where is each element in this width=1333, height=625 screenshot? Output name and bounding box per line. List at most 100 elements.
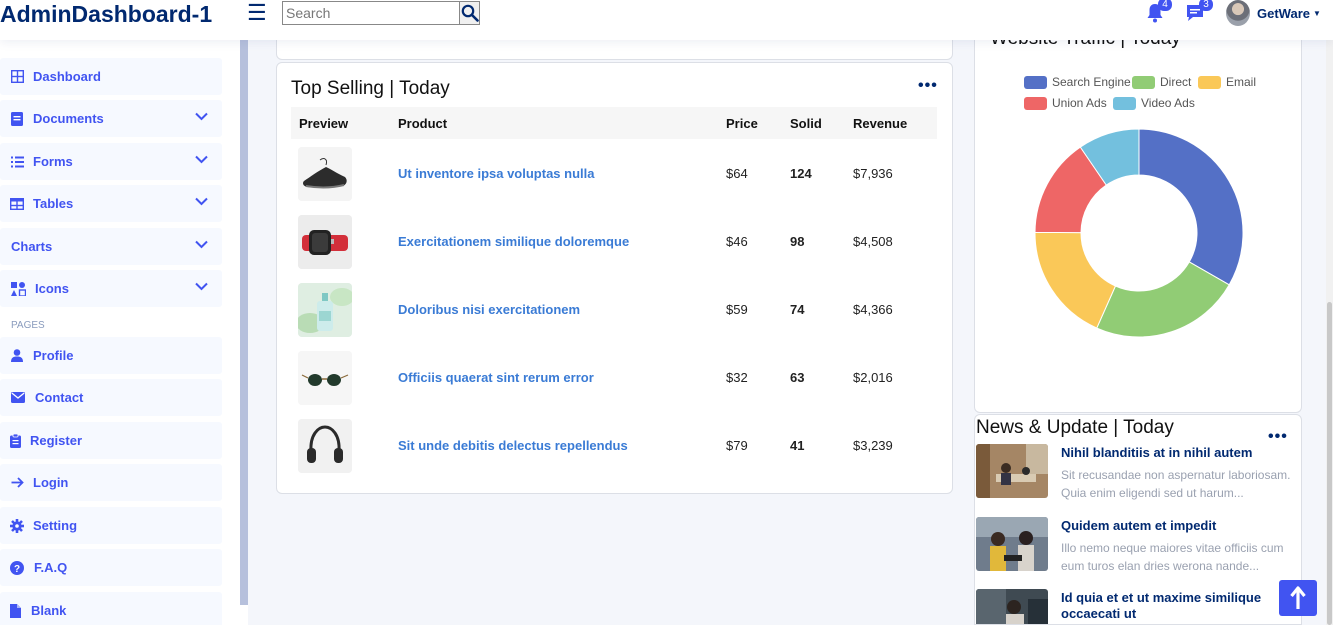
column-header[interactable]: Solid [790, 116, 822, 131]
sidebar-item-label: Icons [35, 281, 69, 296]
table-header: Preview Product Price Solid Revenue [291, 107, 937, 139]
product-thumbnail-shoe[interactable] [298, 147, 352, 201]
gear-icon [10, 518, 24, 533]
sidebar-item-charts[interactable]: Charts [0, 228, 222, 265]
sold-cell: 124 [790, 166, 812, 181]
legend-label: Video Ads [1141, 96, 1195, 110]
price-cell: $64 [726, 166, 748, 181]
sidebar-item-blank[interactable]: Blank [0, 592, 222, 625]
product-thumbnail-headphones[interactable] [298, 419, 352, 473]
sidebar-item-label: Forms [33, 154, 73, 169]
news-thumbnail [976, 517, 1048, 571]
column-header[interactable]: Price [726, 116, 758, 131]
news-item[interactable]: Quidem autem et impedit Illo nemo neque … [975, 517, 1301, 581]
legend-item-search-engine[interactable]: Search Engine [1024, 75, 1131, 89]
sidebar-item-documents[interactable]: Documents [0, 100, 222, 137]
donut-slice-direct[interactable] [1096, 261, 1230, 338]
donut-slice-search-engine[interactable] [1138, 128, 1244, 286]
revenue-cell: $2,016 [853, 370, 893, 385]
sidebar-item-label: Documents [33, 111, 104, 126]
page-scrollbar[interactable] [1326, 40, 1333, 625]
sidebar-item-login[interactable]: Login [0, 464, 222, 501]
card-title: Website Traffic | Today [990, 40, 1181, 50]
sold-cell: 63 [790, 370, 805, 385]
sidebar-item-tables[interactable]: Tables [0, 185, 222, 222]
sidebar-item-forms[interactable]: Forms [0, 143, 222, 180]
revenue-cell: $3,239 [853, 438, 893, 453]
sidebar-item-label: Charts [11, 239, 53, 254]
icons-icon [10, 281, 26, 296]
legend-item-email[interactable]: Email [1198, 75, 1256, 89]
donut-slice-email[interactable] [1034, 231, 1117, 329]
product-link[interactable]: Officiis quaerat sint rerum error [398, 370, 594, 385]
search-input[interactable] [283, 2, 460, 24]
caret-down-icon: ▼ [1312, 8, 1321, 18]
sidebar-item-label: F.A.Q [34, 560, 68, 575]
sold-cell: 41 [790, 438, 805, 453]
table-row: Officiis quaerat sint rerum error $32 63… [291, 343, 937, 411]
more-options-icon[interactable]: ••• [1268, 429, 1288, 445]
website-traffic-card: Website Traffic | Today Search Engine Di… [974, 40, 1302, 413]
revenue-cell: $7,936 [853, 166, 893, 181]
chevron-down-icon [195, 282, 208, 291]
product-thumbnail-sunglasses[interactable] [298, 351, 352, 405]
more-options-icon[interactable]: ••• [918, 78, 938, 94]
profile-name: GetWare [1257, 5, 1310, 21]
news-card: News & Update | Today ••• Nihil blanditi… [974, 414, 1302, 625]
table-row: Ut inventore ipsa voluptas nulla $64 124… [291, 139, 937, 207]
back-to-top-button[interactable] [1279, 580, 1317, 616]
document-icon [10, 111, 24, 126]
legend-item-union-ads[interactable]: Union Ads [1024, 96, 1107, 110]
product-link[interactable]: Ut inventore ipsa voluptas nulla [398, 166, 594, 181]
product-link[interactable]: Doloribus nisi exercitationem [398, 302, 580, 317]
app-logo[interactable]: AdminDashboard-1 [0, 0, 212, 28]
arrow-up-icon [1290, 586, 1306, 609]
sidebar-item-setting[interactable]: Setting [0, 507, 222, 544]
notifications-button[interactable]: 4 [1146, 0, 1172, 28]
page-scrollbar-thumb[interactable] [1327, 302, 1332, 625]
legend-item-video-ads[interactable]: Video Ads [1113, 96, 1195, 110]
product-thumbnail-watch[interactable] [298, 215, 352, 269]
news-thumbnail [976, 589, 1048, 624]
sidebar-item-label: Login [33, 475, 69, 490]
file-icon [10, 603, 21, 618]
menu-toggle-icon[interactable]: ☰ [247, 1, 267, 25]
pages-heading: PAGES [11, 320, 45, 331]
news-headline: Id quia et et ut maxime similique occaec… [1061, 590, 1262, 621]
traffic-donut-chart[interactable] [1033, 127, 1245, 339]
column-header[interactable]: Revenue [853, 116, 907, 131]
sidebar-item-dashboard[interactable]: Dashboard [0, 58, 222, 95]
card-title: News & Update | Today [976, 417, 1174, 438]
envelope-icon [10, 391, 25, 405]
product-thumbnail-bottle[interactable] [298, 283, 352, 337]
person-icon [10, 349, 24, 363]
sidebar-scrollbar[interactable] [240, 40, 248, 605]
notifications-badge: 4 [1158, 0, 1172, 11]
sidebar-item-profile[interactable]: Profile [0, 337, 222, 374]
messages-button[interactable]: 3 [1185, 0, 1213, 28]
sidebar-item-label: Register [30, 433, 83, 448]
product-link[interactable]: Exercitationem similique doloremque [398, 234, 629, 249]
price-cell: $79 [726, 438, 748, 453]
profile-dropdown[interactable]: GetWare ▼ [1226, 0, 1321, 26]
sold-cell: 98 [790, 234, 805, 249]
legend-item-direct[interactable]: Direct [1132, 75, 1191, 89]
column-header[interactable]: Preview [299, 116, 348, 131]
table-icon [10, 197, 24, 211]
revenue-cell: $4,508 [853, 234, 893, 249]
product-link[interactable]: Sit unde debitis delectus repellendus [398, 438, 628, 453]
sidebar-item-icons[interactable]: Icons [0, 270, 222, 307]
sidebar-item-register[interactable]: Register [0, 422, 222, 459]
price-cell: $59 [726, 302, 748, 317]
chevron-down-icon [195, 155, 208, 164]
sidebar-item-label: Setting [33, 518, 78, 533]
news-item[interactable]: Nihil blanditiis at in nihil autem Sit r… [975, 444, 1301, 508]
revenue-cell: $4,366 [853, 302, 893, 317]
sidebar-item-faq[interactable]: ? F.A.Q [0, 549, 222, 586]
search-button[interactable] [460, 2, 479, 24]
sidebar-item-contact[interactable]: Contact [0, 379, 222, 416]
news-item[interactable]: Id quia et et ut maxime similique occaec… [975, 589, 1301, 624]
column-header[interactable]: Product [398, 116, 447, 131]
svg-text:?: ? [14, 564, 20, 575]
sidebar-item-label: Contact [35, 390, 84, 405]
